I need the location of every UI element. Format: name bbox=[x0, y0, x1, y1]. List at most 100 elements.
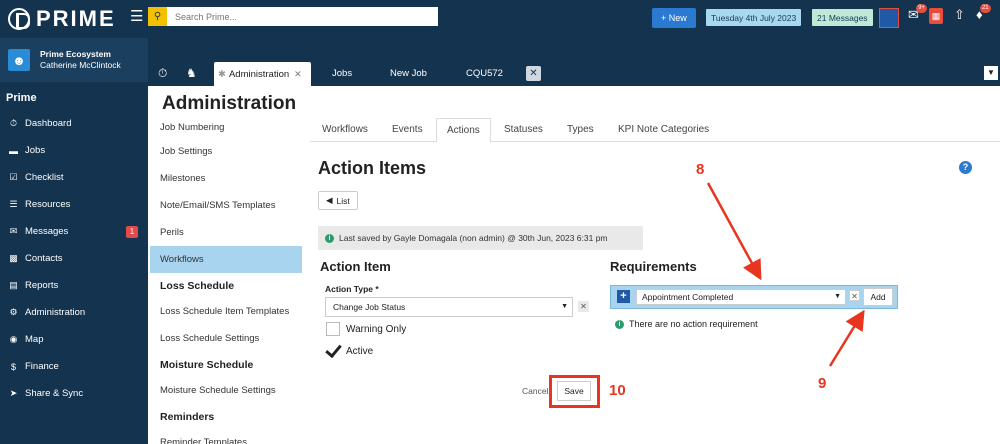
bell-icon[interactable]: ♦ 21 bbox=[976, 4, 991, 22]
subnav-item-loss-templates[interactable]: Loss Schedule Item Templates bbox=[150, 298, 302, 325]
warning-only-label: Warning Only bbox=[346, 323, 407, 335]
cancel-link[interactable]: Cancel bbox=[522, 386, 548, 396]
sidebar-item-reports[interactable]: ▤ Reports bbox=[0, 272, 148, 299]
tab-administration[interactable]: ✱ Administration ✕ bbox=[214, 62, 311, 86]
subnav-item-reminder-templates[interactable]: Reminder Templates bbox=[150, 429, 302, 444]
messages-count-button[interactable]: 21 Messages bbox=[812, 9, 873, 26]
users-tab-icon[interactable]: ♞ bbox=[186, 66, 197, 80]
subnav-item-workflows[interactable]: Workflows bbox=[150, 246, 302, 273]
list-button[interactable]: ◀ List bbox=[318, 191, 358, 210]
tab-kpi-note-categories[interactable]: KPI Note Categories bbox=[618, 124, 709, 135]
tab-cqu572[interactable]: CQU572 bbox=[466, 68, 503, 79]
add-requirement-button[interactable]: Add bbox=[863, 288, 893, 306]
subnav-item-milestones[interactable]: Milestones bbox=[150, 165, 302, 192]
close-tabs-icon[interactable]: ✕ bbox=[526, 66, 541, 81]
close-icon[interactable]: ✕ bbox=[294, 69, 302, 80]
active-row[interactable]: Active bbox=[326, 344, 373, 358]
sidebar-item-label: Resources bbox=[25, 199, 71, 210]
inner-tabs: Workflows Events Actions Statuses Types … bbox=[310, 118, 1000, 143]
last-saved-text: Last saved by Gayle Domagala (non admin)… bbox=[339, 233, 608, 243]
clear-requirement-icon[interactable]: ✕ bbox=[849, 290, 860, 301]
tab-jobs[interactable]: Jobs bbox=[332, 68, 352, 79]
tab-types[interactable]: Types bbox=[567, 124, 594, 135]
reports-icon: ▤ bbox=[9, 280, 18, 290]
subnav-item-perils[interactable]: Perils bbox=[150, 219, 302, 246]
search-icon[interactable]: ⚲ bbox=[148, 7, 167, 26]
tab-workflows[interactable]: Workflows bbox=[322, 124, 368, 135]
subnav-item-job-numbering[interactable]: Job Numbering bbox=[150, 118, 302, 138]
map-icon: ◉ bbox=[9, 334, 18, 344]
status-square[interactable] bbox=[879, 8, 899, 28]
search-box[interactable]: ⚲ bbox=[148, 7, 438, 26]
sidebar-section-title: Prime bbox=[6, 92, 37, 104]
annotation-9: 9 bbox=[818, 375, 827, 392]
sidebar-item-label: Map bbox=[25, 334, 44, 345]
plus-icon[interactable]: + bbox=[617, 290, 630, 303]
sidebar-item-messages[interactable]: ✉ Messages 1 bbox=[0, 218, 148, 245]
hamburger-menu-icon[interactable]: ☰ bbox=[130, 7, 143, 25]
sidebar-item-checklist[interactable]: ☑ Checklist bbox=[0, 164, 148, 191]
chevron-down-icon: ▼ bbox=[834, 293, 841, 300]
subnav-item-job-settings[interactable]: Job Settings bbox=[150, 138, 302, 165]
arrow-9 bbox=[828, 309, 865, 367]
share-icon: ➤ bbox=[9, 388, 18, 398]
sidebar-item-dashboard[interactable]: ⏱ Dashboard bbox=[0, 110, 148, 137]
sidebar-item-share-sync[interactable]: ➤ Share & Sync bbox=[0, 380, 148, 407]
warning-only-row[interactable]: Warning Only bbox=[326, 322, 406, 336]
help-icon[interactable]: ? bbox=[959, 161, 972, 174]
requirement-select[interactable]: Appointment Completed ▼ bbox=[636, 289, 846, 305]
dashboard-icon: ⏱ bbox=[9, 118, 18, 128]
sidebar-item-contacts[interactable]: ▩ Contacts bbox=[0, 245, 148, 272]
sidebar-item-label: Administration bbox=[25, 307, 86, 318]
subnav-item-moisture-settings[interactable]: Moisture Schedule Settings bbox=[150, 377, 302, 404]
requirement-row: + Appointment Completed ▼ ✕ Add bbox=[610, 285, 898, 309]
sidebar-item-resources[interactable]: ☰ Resources bbox=[0, 191, 148, 218]
page-title: Administration bbox=[162, 93, 297, 114]
new-button[interactable]: + New bbox=[652, 8, 696, 28]
top-bar: ☰ ⚲ + New Tuesday 4th July 2023 21 Messa… bbox=[130, 0, 1000, 34]
tab-statuses[interactable]: Statuses bbox=[504, 124, 543, 135]
info-icon: i bbox=[615, 319, 624, 329]
sidebar-item-administration[interactable]: ⚙ Administration bbox=[0, 299, 148, 326]
sidebar-item-label: Finance bbox=[25, 361, 59, 372]
action-type-value: Change Job Status bbox=[333, 302, 406, 312]
warning-only-checkbox[interactable] bbox=[326, 322, 340, 336]
tab-events[interactable]: Events bbox=[392, 124, 423, 135]
save-button[interactable]: Save bbox=[557, 381, 591, 401]
active-checkbox[interactable] bbox=[326, 344, 340, 358]
action-type-label: Action Type * bbox=[325, 284, 379, 294]
search-input[interactable] bbox=[167, 7, 438, 26]
clear-action-type-icon[interactable]: ✕ bbox=[578, 301, 589, 312]
bell-badge: 21 bbox=[979, 4, 991, 13]
chevron-down-icon: ▼ bbox=[561, 303, 568, 310]
folder-icon: ▬ bbox=[9, 145, 18, 156]
sidebar-item-jobs[interactable]: ▬ Jobs bbox=[0, 137, 148, 164]
subnav-item-loss-settings[interactable]: Loss Schedule Settings bbox=[150, 325, 302, 352]
tab-actions[interactable]: Actions bbox=[436, 118, 491, 143]
chat-icon[interactable]: ✉ 9+ bbox=[908, 4, 927, 23]
chevron-down-icon[interactable]: ▼ bbox=[984, 66, 998, 80]
active-label: Active bbox=[346, 345, 374, 357]
tab-new-job[interactable]: New Job bbox=[390, 68, 427, 79]
calendar-icon[interactable]: ▦ bbox=[929, 8, 943, 24]
requirements-heading: Requirements bbox=[610, 259, 697, 274]
no-requirements-text: There are no action requirement bbox=[629, 319, 758, 329]
sidebar-item-label: Reports bbox=[25, 280, 59, 291]
user-panel[interactable]: ☻ Prime Ecosystem Catherine McClintock bbox=[0, 38, 148, 82]
action-type-select[interactable]: Change Job Status ▼ bbox=[325, 297, 573, 317]
date-badge: Tuesday 4th July 2023 bbox=[706, 9, 802, 26]
action-item-heading: Action Item bbox=[320, 259, 391, 274]
app-logo[interactable]: PRIME bbox=[0, 0, 148, 38]
sidebar-item-label: Checklist bbox=[25, 172, 64, 183]
contacts-icon: ▩ bbox=[9, 253, 18, 263]
checklist-icon: ☑ bbox=[9, 172, 18, 182]
dashboard-tab-icon[interactable]: ⏱ bbox=[158, 66, 167, 81]
gear-icon: ⚙ bbox=[9, 307, 18, 317]
subnav-item-templates[interactable]: Note/Email/SMS Templates bbox=[150, 192, 302, 219]
upload-icon[interactable]: ⇧ bbox=[954, 7, 965, 23]
sidebar-item-map[interactable]: ◉ Map bbox=[0, 326, 148, 353]
annotation-10: 10 bbox=[609, 382, 626, 399]
last-saved-info: i Last saved by Gayle Domagala (non admi… bbox=[318, 226, 643, 250]
sidebar-item-finance[interactable]: $ Finance bbox=[0, 353, 148, 380]
sidebar-item-label: Messages bbox=[25, 226, 69, 237]
